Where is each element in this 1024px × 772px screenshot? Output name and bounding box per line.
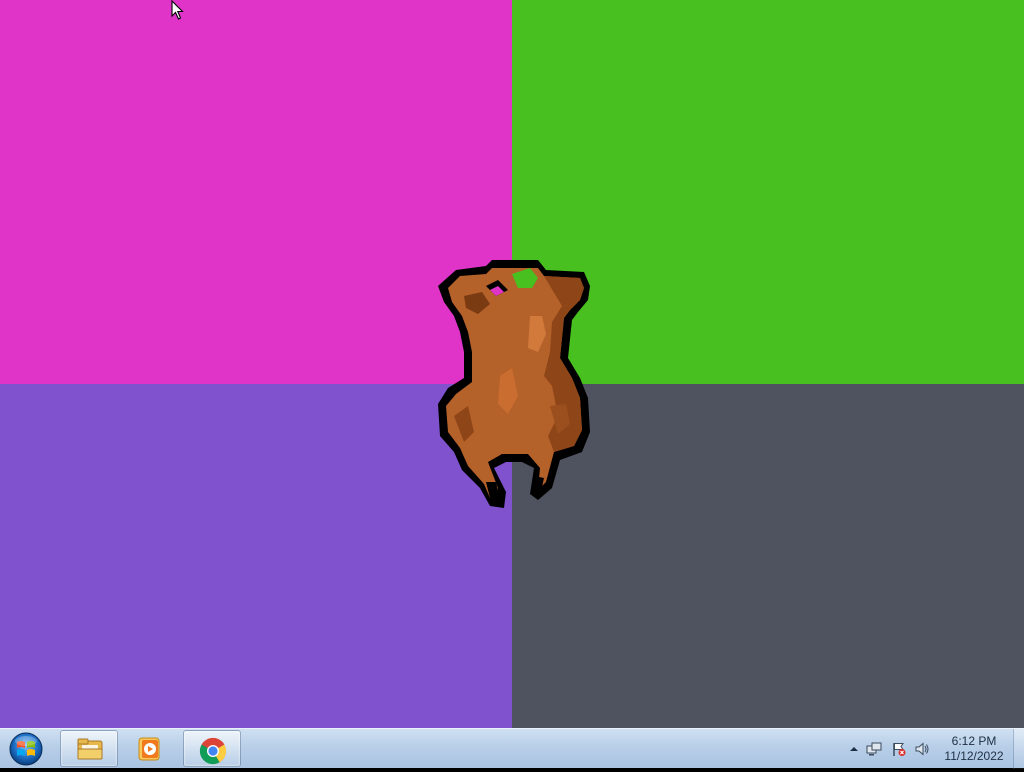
show-desktop-button[interactable] (1013, 729, 1024, 769)
media-player-icon (138, 737, 160, 761)
mouse-pointer-icon (171, 0, 184, 20)
chrome-button[interactable] (183, 730, 241, 767)
taskbar: 6:12 PM 11/12/2022 (0, 728, 1024, 769)
clock-time: 6:12 PM (951, 734, 997, 748)
start-button[interactable] (6, 731, 46, 767)
roast-turkey-icon[interactable] (434, 256, 596, 512)
clock-date: 11/12/2022 (944, 749, 1004, 763)
folder-icon (77, 738, 103, 760)
desktop[interactable] (0, 0, 1024, 728)
show-hidden-icons-arrow-icon[interactable] (846, 741, 862, 757)
media-player-button[interactable] (121, 730, 179, 767)
windows-start-orb-icon (9, 732, 43, 766)
chrome-icon (199, 737, 227, 765)
network-icon[interactable] (866, 741, 882, 757)
action-center-flag-icon[interactable] (891, 741, 907, 757)
windows-explorer-button[interactable] (60, 730, 118, 767)
taskbar-clock[interactable]: 6:12 PM 11/12/2022 (940, 734, 1008, 764)
volume-icon[interactable] (914, 741, 930, 757)
